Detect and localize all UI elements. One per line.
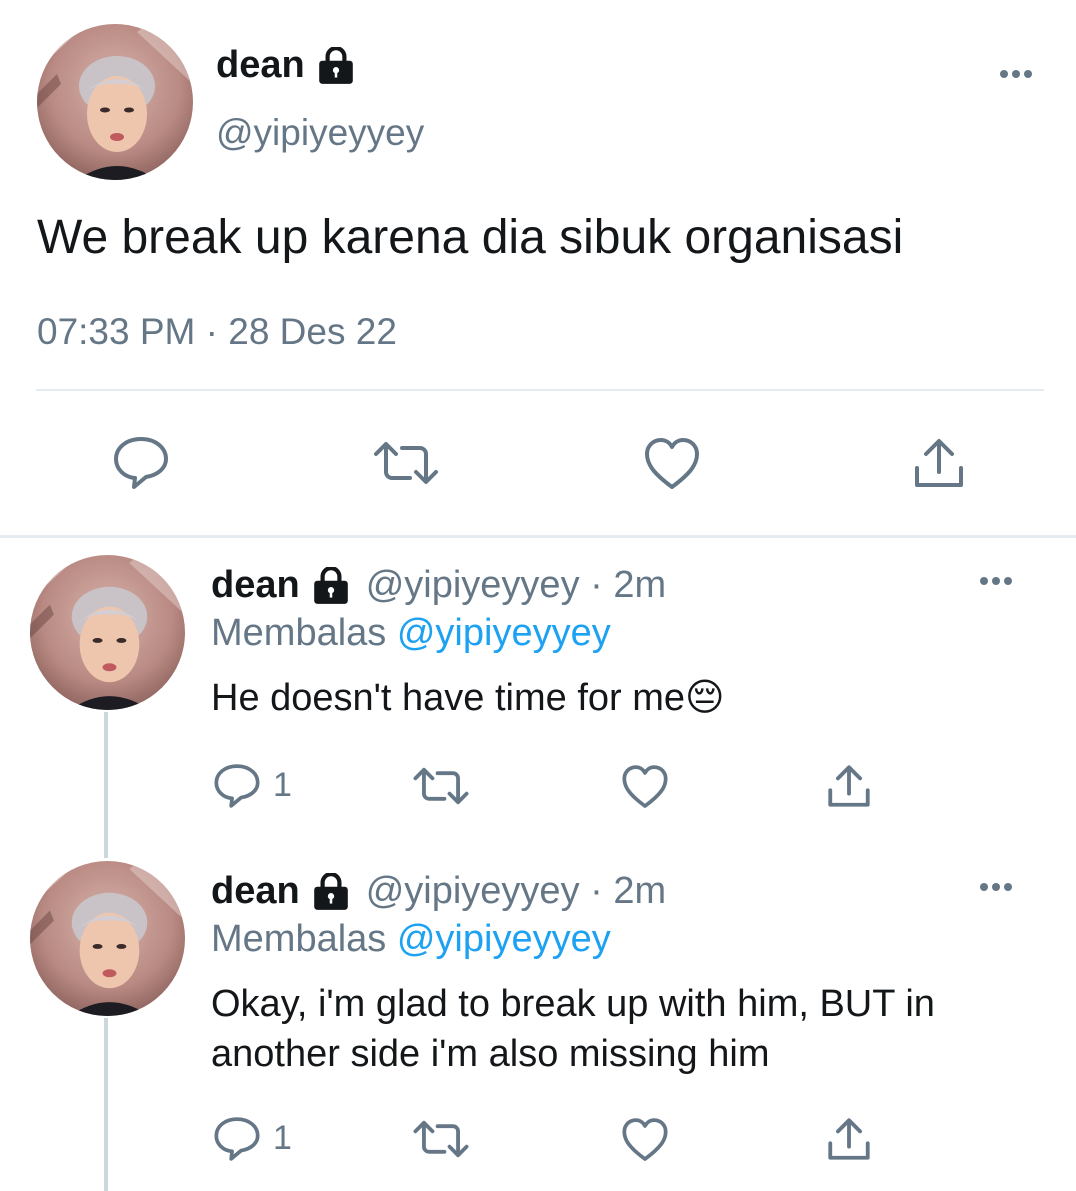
reply-icon bbox=[214, 764, 260, 808]
dot-icon bbox=[980, 883, 988, 891]
more-options-button[interactable] bbox=[980, 577, 1012, 585]
reply-button[interactable] bbox=[112, 436, 170, 490]
share-icon bbox=[915, 439, 963, 487]
reply-text-body: He doesn't have time for me bbox=[211, 677, 686, 719]
dot-icon bbox=[1004, 577, 1012, 585]
retweet-button[interactable] bbox=[372, 440, 440, 486]
dot-icon bbox=[1004, 883, 1012, 891]
avatar[interactable] bbox=[30, 555, 185, 710]
more-options-button[interactable] bbox=[980, 883, 1012, 891]
retweet-icon bbox=[413, 1120, 469, 1158]
share-button[interactable] bbox=[912, 436, 966, 490]
reply-header: dean @yipiyeyyey · 2m bbox=[211, 564, 666, 607]
dot-icon bbox=[1024, 70, 1032, 78]
reply-count: 1 bbox=[273, 1119, 292, 1157]
author-name[interactable]: dean bbox=[216, 44, 357, 87]
reply-text-line: Okay, i'm glad to break up with him, BUT… bbox=[211, 983, 935, 1025]
lock-icon bbox=[315, 47, 357, 85]
reply-text: Okay, i'm glad to break up with him, BUT… bbox=[211, 979, 935, 1079]
reply-button[interactable] bbox=[213, 1116, 261, 1162]
author-handle[interactable]: @yipiyeyyey bbox=[216, 112, 424, 154]
divider bbox=[0, 535, 1076, 538]
retweet-icon bbox=[413, 767, 469, 805]
retweet-button[interactable] bbox=[412, 1119, 470, 1159]
reply-icon bbox=[214, 1117, 260, 1161]
display-name: dean bbox=[216, 44, 305, 86]
like-button[interactable] bbox=[621, 764, 669, 810]
reply-text-line: another side i'm also missing him bbox=[211, 1033, 770, 1075]
like-button[interactable] bbox=[643, 437, 701, 491]
display-name[interactable]: dean bbox=[211, 870, 300, 913]
thread-line bbox=[104, 712, 108, 858]
like-icon bbox=[622, 765, 668, 808]
retweet-icon bbox=[374, 442, 438, 484]
share-button[interactable] bbox=[826, 1116, 872, 1162]
dot-icon bbox=[980, 577, 988, 585]
replying-to: Membalas @yipiyeyyey bbox=[211, 612, 611, 655]
handle-time[interactable]: @yipiyeyyey · 2m bbox=[366, 564, 666, 607]
reply-text: He doesn't have time for me😔 bbox=[211, 673, 725, 723]
reply-icon bbox=[114, 437, 168, 489]
like-button[interactable] bbox=[621, 1117, 669, 1163]
dot-icon bbox=[992, 577, 1000, 585]
thread-line bbox=[104, 1018, 108, 1191]
reply-header: dean @yipiyeyyey · 2m bbox=[211, 870, 666, 913]
replying-prefix: Membalas bbox=[211, 918, 387, 960]
replying-to: Membalas @yipiyeyyey bbox=[211, 918, 611, 961]
share-icon bbox=[828, 1118, 870, 1160]
avatar[interactable] bbox=[37, 24, 193, 180]
tweet-timestamp[interactable]: 07:33 PM · 28 Des 22 bbox=[37, 311, 397, 353]
share-button[interactable] bbox=[826, 763, 872, 809]
avatar[interactable] bbox=[30, 861, 185, 1016]
display-name[interactable]: dean bbox=[211, 564, 300, 607]
reply-count: 1 bbox=[273, 766, 292, 804]
mention-link[interactable]: @yipiyeyyey bbox=[397, 918, 611, 960]
mention-link[interactable]: @yipiyeyyey bbox=[397, 612, 611, 654]
dot-icon bbox=[1012, 70, 1020, 78]
lock-icon bbox=[310, 567, 352, 605]
lock-icon bbox=[310, 873, 352, 911]
more-options-button[interactable] bbox=[1000, 70, 1032, 78]
dot-icon bbox=[1000, 70, 1008, 78]
like-icon bbox=[622, 1118, 668, 1161]
share-icon bbox=[828, 765, 870, 807]
handle-time[interactable]: @yipiyeyyey · 2m bbox=[366, 870, 666, 913]
tweet-text: We break up karena dia sibuk organisasi bbox=[37, 211, 904, 264]
dot-icon bbox=[992, 883, 1000, 891]
replying-prefix: Membalas bbox=[211, 612, 387, 654]
divider bbox=[36, 389, 1044, 391]
reply-button[interactable] bbox=[213, 763, 261, 809]
retweet-button[interactable] bbox=[412, 766, 470, 806]
like-icon bbox=[645, 438, 699, 489]
pensive-face-icon: 😔 bbox=[685, 677, 725, 719]
